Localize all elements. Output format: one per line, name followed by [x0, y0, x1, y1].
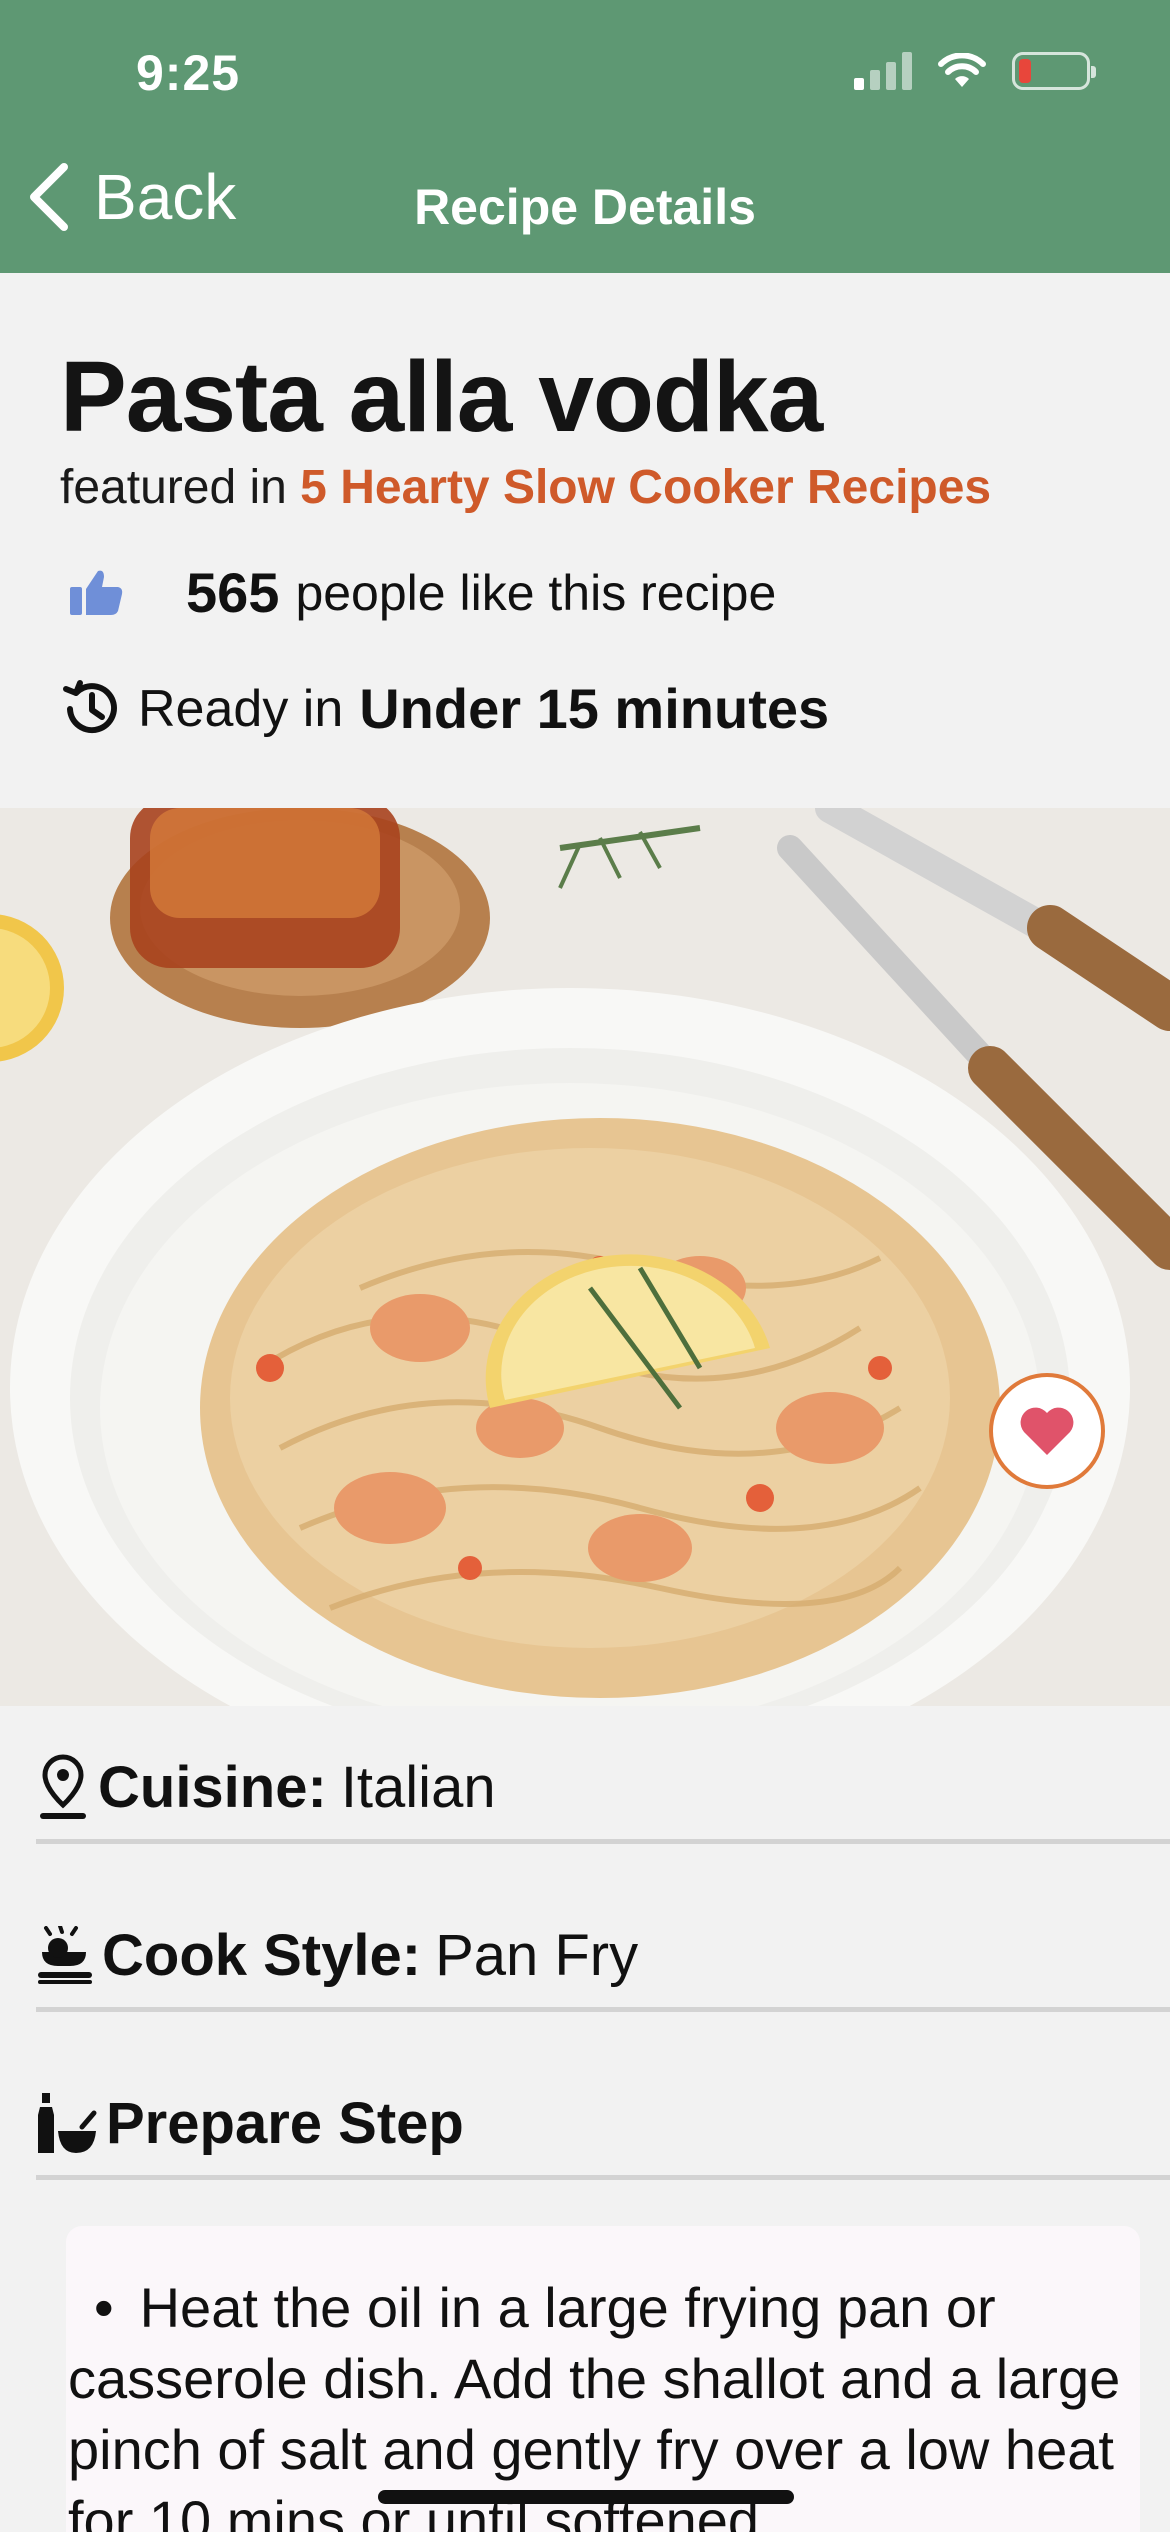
- cook-style-value: Pan Fry: [435, 1923, 639, 1988]
- prepare-step-label: Prepare Step: [106, 2091, 464, 2156]
- ready-time: Under 15 minutes: [359, 677, 830, 740]
- featured-prefix: featured in: [60, 461, 287, 514]
- status-time: 9:25: [136, 45, 241, 101]
- battery-icon: [1012, 52, 1096, 90]
- pasta-dish-photo: [0, 808, 1170, 1706]
- likes-text: people like this recipe: [295, 564, 777, 621]
- cook-style-label: Cook Style:: [102, 1923, 422, 1988]
- ready-row: Ready in Under 15 minutes: [60, 676, 829, 741]
- prepare-step-row: Prepare Step: [36, 2072, 1170, 2180]
- frying-pan-icon: [38, 1925, 92, 1984]
- ready-prefix: Ready in: [138, 679, 344, 738]
- status-icons: [854, 52, 1096, 90]
- page-title: Recipe Details: [414, 179, 756, 235]
- recipe-photo: [0, 808, 1170, 1706]
- history-clock-icon: [63, 679, 117, 733]
- likes-count: 565: [186, 561, 280, 624]
- favorite-button[interactable]: [989, 1373, 1105, 1489]
- app-header: 9:25 Back Recipe Details: [0, 0, 1170, 273]
- featured-collection-link[interactable]: 5 Hearty Slow Cooker Recipes: [300, 461, 991, 514]
- cuisine-label: Cuisine:: [98, 1755, 327, 1820]
- recipe-title: Pasta alla vodka: [60, 341, 823, 453]
- likes-row: 565 people like this recipe: [68, 560, 776, 625]
- signal-icon: [854, 52, 912, 90]
- cook-style-row: Cook Style: Pan Fry: [36, 1904, 1170, 2012]
- map-pin-icon: [40, 1753, 86, 1819]
- steps-card: • Heat the oil in a large frying pan or c…: [66, 2226, 1140, 2532]
- step-bullet: •: [94, 2276, 114, 2339]
- cuisine-row: Cuisine: Italian: [36, 1736, 1170, 1844]
- wifi-icon: [938, 53, 986, 87]
- featured-line: featured in 5 Hearty Slow Cooker Recipes: [60, 460, 991, 515]
- bottle-bowl-icon: [38, 2092, 97, 2153]
- cuisine-value: Italian: [340, 1755, 496, 1820]
- thumbs-up-icon[interactable]: [68, 567, 124, 619]
- home-indicator[interactable]: [378, 2490, 794, 2504]
- heart-icon: [1020, 1407, 1074, 1455]
